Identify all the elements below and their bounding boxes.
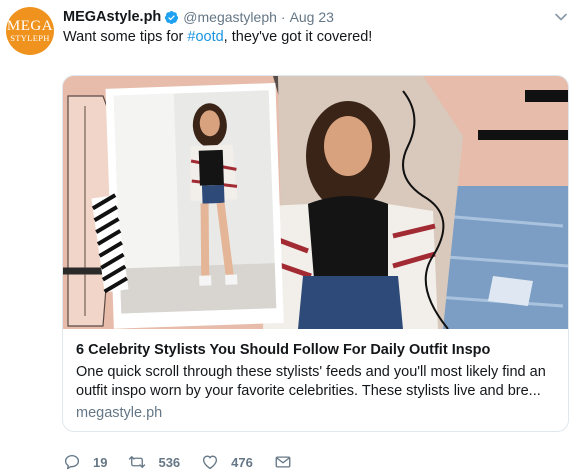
tweet-actions: 19 536 476 xyxy=(63,451,313,473)
tweet-timestamp[interactable]: Aug 23 xyxy=(290,9,334,25)
direct-message-button[interactable] xyxy=(274,453,292,471)
card-photo-collage xyxy=(63,76,568,329)
tweet-header: MEGAstyle.ph @megastyleph · Aug 23 xyxy=(63,8,334,26)
tweet-text-after: , they've got it covered! xyxy=(223,29,373,45)
verified-badge-icon xyxy=(165,10,179,24)
retweet-button[interactable]: 536 xyxy=(128,453,180,471)
hashtag-link[interactable]: #ootd xyxy=(187,29,223,45)
card-title[interactable]: 6 Celebrity Stylists You Should Follow F… xyxy=(76,342,490,358)
user-handle[interactable]: @megastyleph xyxy=(183,9,277,25)
chevron-down-icon[interactable] xyxy=(554,10,568,24)
reply-button[interactable]: 19 xyxy=(63,453,107,471)
envelope-icon xyxy=(275,456,291,468)
display-name[interactable]: MEGAstyle.ph xyxy=(63,9,161,25)
card-image[interactable] xyxy=(63,76,568,329)
tweet-text-before: Want some tips for xyxy=(63,29,188,45)
avatar[interactable]: MEGA STYLEPH xyxy=(6,7,54,55)
reply-count: 19 xyxy=(93,454,108,470)
avatar-logo-line1: MEGA xyxy=(6,18,54,34)
card-domain: megastyle.ph xyxy=(76,405,163,421)
retweet-count: 536 xyxy=(158,454,181,470)
like-count: 476 xyxy=(231,454,253,470)
card-description: One quick scroll through these stylists'… xyxy=(76,364,546,399)
heart-icon xyxy=(203,455,218,470)
link-card[interactable]: 6 Celebrity Stylists You Should Follow F… xyxy=(62,75,569,432)
retweet-icon xyxy=(129,456,146,468)
avatar-logo-line2: STYLEPH xyxy=(10,33,50,43)
like-button[interactable]: 476 xyxy=(201,453,253,471)
tweet-text: Want some tips for #ootd, they've got it… xyxy=(63,28,372,47)
reply-icon xyxy=(64,454,80,470)
separator-dot: · xyxy=(280,9,286,25)
